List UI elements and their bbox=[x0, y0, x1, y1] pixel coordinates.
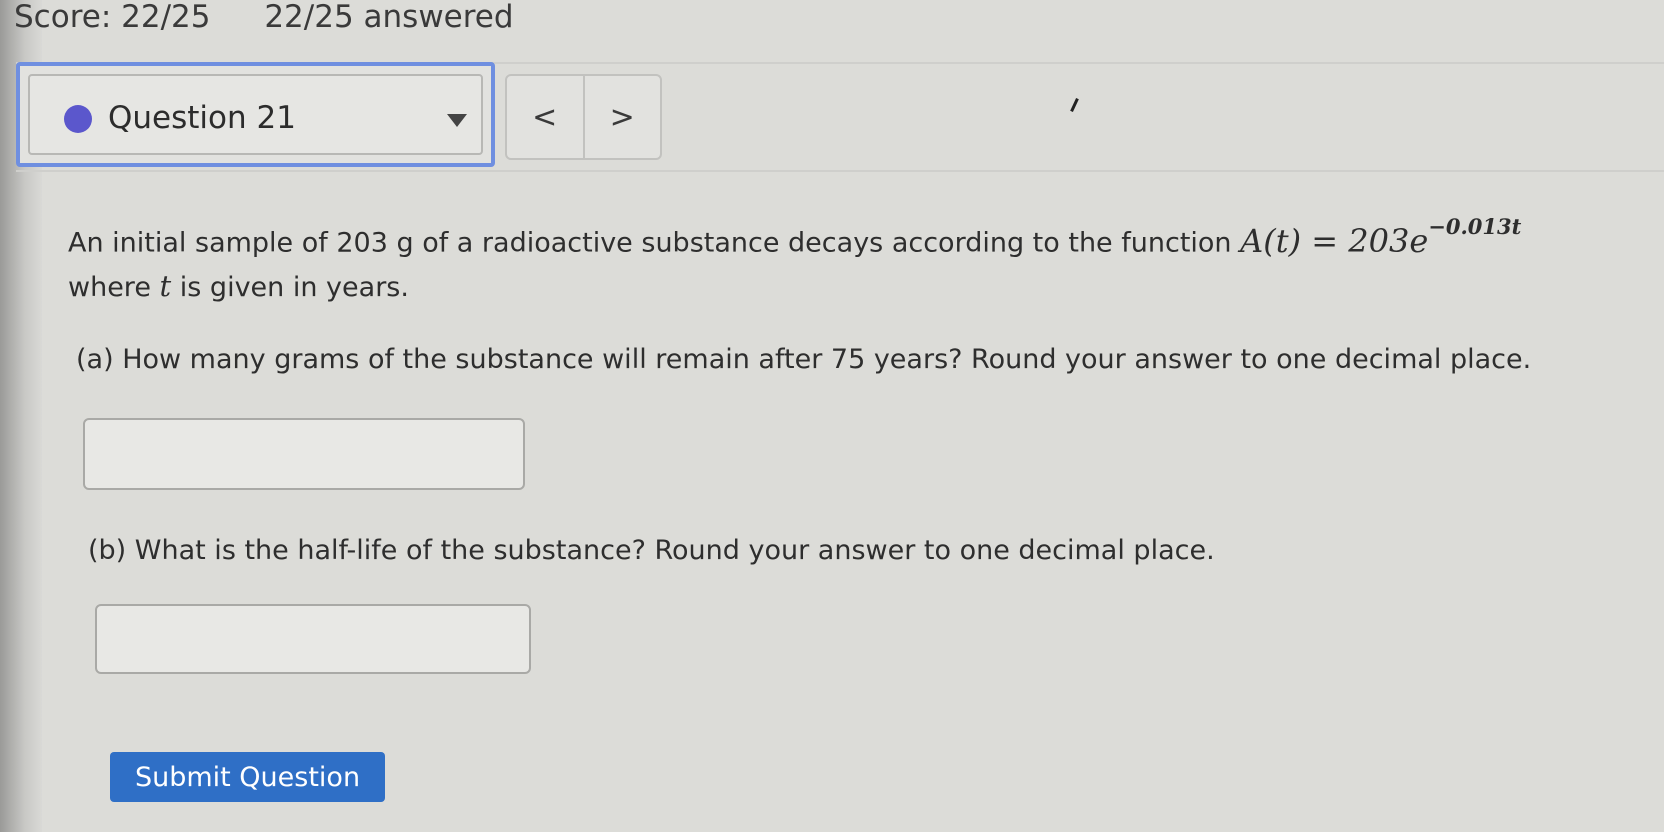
question-status-dot-icon bbox=[64, 105, 92, 133]
decay-function-exponent: −0.013t bbox=[1428, 214, 1522, 239]
question-prompt-line-2: where t is given in years. bbox=[68, 265, 1658, 309]
question-pager: < > bbox=[505, 74, 662, 160]
question-body: An initial sample of 203 g of a radioact… bbox=[68, 212, 1658, 309]
question-selector-inner[interactable]: Question 21 bbox=[28, 74, 483, 155]
submit-question-button[interactable]: Submit Question bbox=[110, 752, 385, 802]
time-variable: t bbox=[159, 268, 172, 303]
part-b-answer-field[interactable] bbox=[95, 604, 531, 674]
part-b-prompt: (b) What is the half-life of the substan… bbox=[88, 535, 1215, 566]
next-question-button[interactable]: > bbox=[585, 76, 661, 158]
question-selector-label: Question 21 bbox=[108, 100, 296, 136]
decay-function-base: A(t) = 203e bbox=[1240, 221, 1429, 260]
score-text: Score: 22/25 bbox=[14, 0, 211, 35]
previous-question-button[interactable]: < bbox=[507, 76, 585, 158]
decay-function: A(t) = 203e−0.013t bbox=[1240, 214, 1521, 260]
question-prompt-line-1: An initial sample of 203 g of a radioact… bbox=[68, 212, 1658, 265]
chevron-left-icon: < bbox=[532, 99, 558, 135]
answered-count: 22/25 answered bbox=[264, 0, 514, 35]
caret-down-icon[interactable] bbox=[447, 114, 467, 127]
chevron-right-icon: > bbox=[609, 99, 635, 135]
line2-prefix: where bbox=[68, 271, 151, 303]
part-a-answer-field[interactable] bbox=[83, 418, 525, 490]
line2-suffix: is given in years. bbox=[179, 271, 409, 303]
question-selector[interactable]: Question 21 bbox=[16, 62, 495, 167]
part-a-prompt: (a) How many grams of the substance will… bbox=[76, 344, 1532, 375]
score-bar: Score: 22/25 22/25 answered bbox=[14, 0, 514, 34]
question-intro: An initial sample of 203 g of a radioact… bbox=[68, 227, 1232, 259]
